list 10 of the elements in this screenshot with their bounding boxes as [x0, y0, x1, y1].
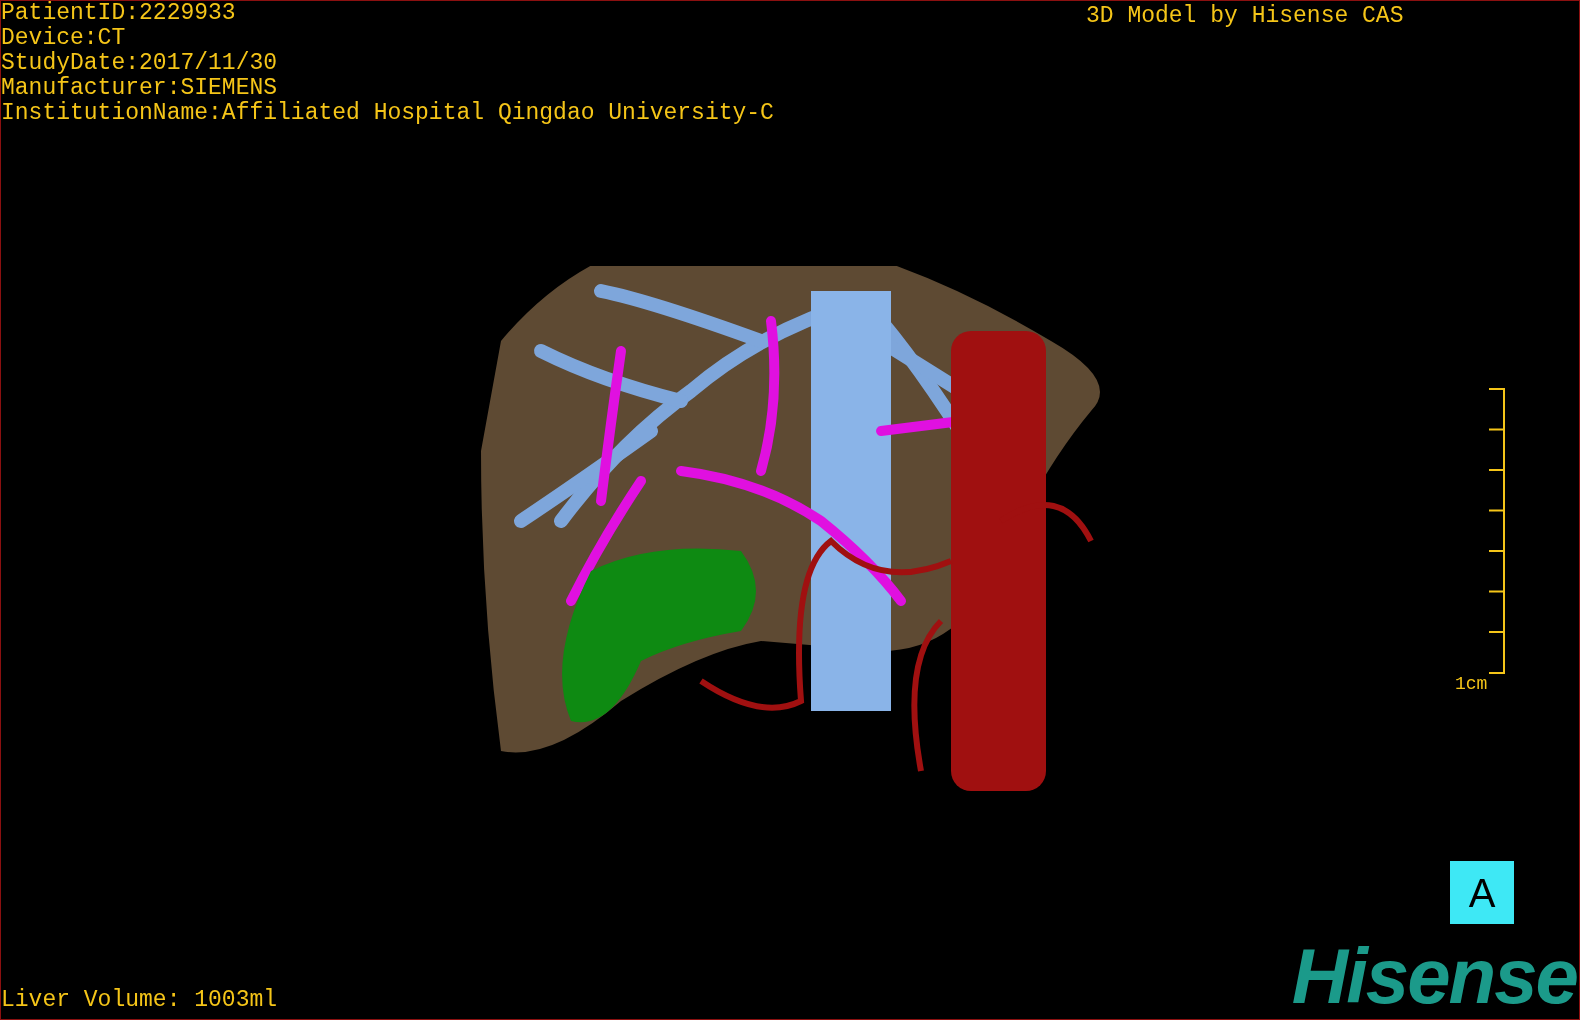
orientation-marker: A: [1450, 861, 1514, 924]
scale-label: 1cm: [1455, 673, 1488, 695]
info-text: StudyDate:2017/11/30: [1, 51, 279, 76]
logo: Hisense: [1291, 936, 1577, 1016]
info-text: InstitutionName:Affiliated Hospital Qingdao University-C: [1, 101, 774, 126]
info-text: Device:CT: [1, 26, 127, 51]
info-text: PatientID:2229933: [1, 1, 237, 26]
info-text: Manufacturer:SIEMENS: [1, 76, 279, 101]
volume-text: Liver Volume: 1003ml: [1, 986, 278, 1014]
credit-text: 3D Model by Hisense CAS: [1086, 2, 1404, 31]
